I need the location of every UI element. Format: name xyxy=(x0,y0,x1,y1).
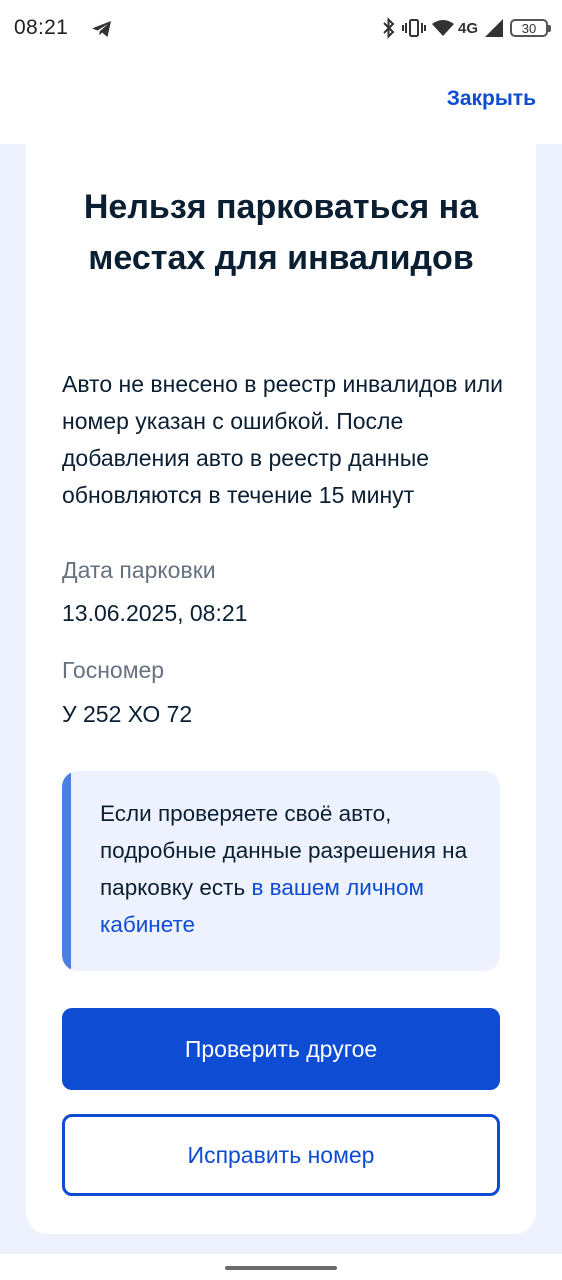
status-bar: 08:21 4G 30 xyxy=(0,0,562,58)
status-icons: 4G 30 xyxy=(382,14,551,42)
page-title: Нельзя парковаться на местах для инвалид… xyxy=(83,188,479,277)
plate-number-value: У 252 ХО 72 xyxy=(62,701,193,727)
bluetooth-icon xyxy=(383,17,395,39)
close-button[interactable]: Закрыть xyxy=(447,87,536,111)
info-accent-bar xyxy=(62,771,71,971)
check-another-button[interactable]: Проверить другое xyxy=(62,1008,500,1090)
parking-date-value: 13.06.2025, 08:21 xyxy=(62,600,248,626)
telegram-icon xyxy=(92,21,111,37)
vibrate-icon xyxy=(401,19,426,37)
battery-icon: 30 xyxy=(510,19,551,37)
info-box: Если проверяете своё авто, подробные дан… xyxy=(62,771,500,971)
navigation-bar xyxy=(0,1254,562,1280)
info-text: Если проверяете своё авто, подробные дан… xyxy=(100,795,480,943)
signal-icon xyxy=(485,19,503,37)
parking-date-label: Дата парковки xyxy=(62,557,216,583)
status-time: 08:21 xyxy=(14,16,69,39)
plate-number-label: Госномер xyxy=(62,657,165,683)
home-indicator[interactable] xyxy=(225,1266,337,1270)
result-description: Авто не внесено в реестр инвалидов или н… xyxy=(62,371,503,508)
network-type: 4G xyxy=(457,19,478,37)
result-card: Нельзя парковаться на местах для инвалид… xyxy=(26,144,536,1234)
battery-level: 30 xyxy=(521,20,537,36)
header: Закрыть xyxy=(0,58,562,144)
wifi-icon xyxy=(431,20,454,36)
fix-number-button[interactable]: Исправить номер xyxy=(62,1114,500,1196)
